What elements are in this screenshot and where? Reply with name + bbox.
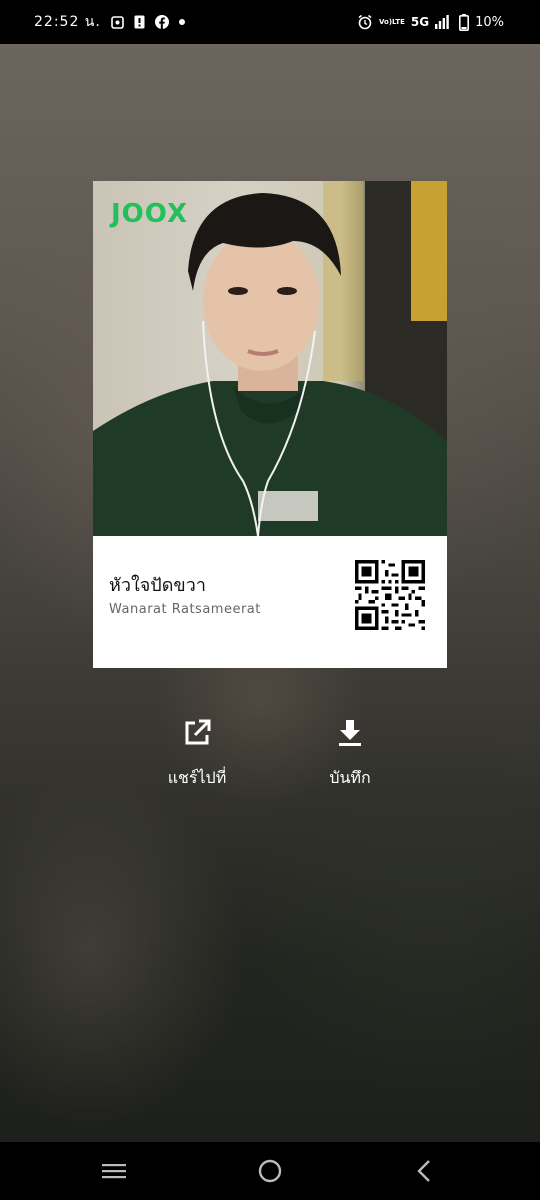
share-button[interactable]: แชร์ไปที่: [142, 716, 252, 791]
volte-bottom: LTE: [392, 17, 405, 26]
share-label: แชร์ไปที่: [167, 768, 227, 787]
joox-logo: JOOX: [111, 199, 188, 229]
alarm-icon: [357, 14, 373, 30]
save-label: บันทึก: [329, 768, 371, 787]
home-icon[interactable]: [255, 1156, 285, 1186]
dot-icon: [178, 19, 185, 25]
status-bar: 22:52 น. Vo) LTE 5G 10%: [0, 0, 540, 44]
signal-icon: [435, 15, 449, 29]
clock: 22:52 น.: [34, 14, 101, 30]
screenshot-icon: [111, 15, 124, 29]
artist-photo: JOOX: [93, 181, 447, 536]
status-right: Vo) LTE 5G 10%: [357, 0, 504, 44]
song-card: JOOX หัวใจปัดขวา Wanarat Ratsameerat: [93, 181, 447, 668]
recents-icon[interactable]: [99, 1156, 129, 1186]
facebook-icon: [154, 15, 169, 29]
song-title: หัวใจปัดขวา: [109, 575, 206, 596]
back-icon[interactable]: [410, 1156, 440, 1186]
volte-icon: Vo) LTE: [378, 17, 405, 26]
navigation-bar: [0, 1142, 540, 1200]
card-info: หัวใจปัดขวา Wanarat Ratsameerat: [93, 536, 447, 668]
battery-icon: [459, 13, 470, 31]
external-link-icon: [180, 716, 214, 750]
alert-icon: [134, 15, 145, 29]
battery-level: 10%: [475, 14, 504, 30]
network-type: 5G: [410, 15, 430, 29]
save-button[interactable]: บันทึก: [295, 716, 405, 791]
volte-top: Vo): [378, 17, 393, 26]
qr-code: [355, 560, 425, 630]
status-left: 22:52 น.: [34, 0, 185, 44]
download-icon: [333, 716, 367, 750]
artist-name: Wanarat Ratsameerat: [109, 602, 261, 617]
